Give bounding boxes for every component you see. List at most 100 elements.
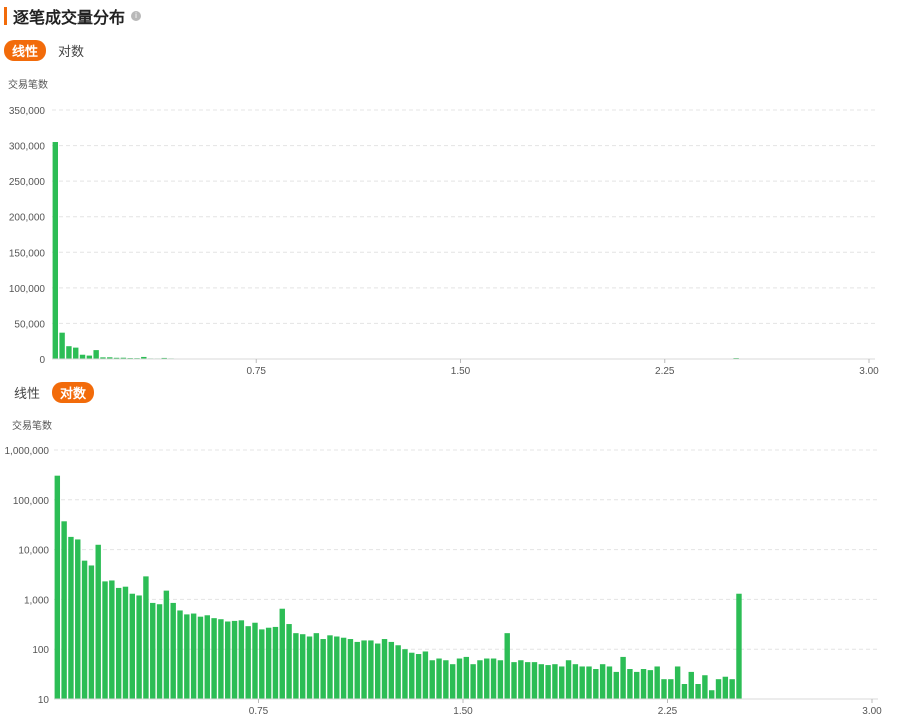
histogram-bar — [259, 629, 265, 699]
section-header: 逐笔成交量分布 i — [4, 5, 142, 27]
histogram-bar — [245, 626, 251, 699]
histogram-bar — [129, 593, 135, 699]
histogram-bar — [497, 660, 504, 699]
histogram-bar — [265, 627, 272, 699]
histogram-bar — [93, 350, 99, 359]
y-tick-label: 100,000 — [9, 284, 46, 295]
x-tick-label: 1.50 — [451, 366, 471, 377]
histogram-bar — [593, 669, 599, 699]
histogram-bar — [695, 684, 701, 699]
histogram-bar — [109, 580, 115, 699]
histogram-bar — [729, 679, 735, 699]
histogram-bar — [484, 658, 490, 699]
histogram-bar — [681, 684, 688, 699]
histogram-bar — [225, 621, 231, 699]
top-scale-toggle: 线性 对数 — [4, 40, 96, 61]
histogram-bar — [231, 620, 238, 699]
histogram-bar — [79, 354, 86, 359]
histogram-bar — [68, 536, 74, 699]
histogram-bar — [613, 671, 619, 699]
y-tick-label: 250,000 — [9, 177, 46, 188]
y-tick-label: 1,000,000 — [5, 446, 50, 457]
histogram-bar — [320, 639, 326, 699]
histogram-bar — [422, 651, 429, 699]
histogram-bar — [470, 664, 476, 699]
histogram-bar — [402, 649, 408, 699]
histogram-bar — [197, 616, 204, 699]
histogram-bar — [61, 521, 67, 699]
histogram-bar — [449, 664, 456, 699]
y-tick-label: 10 — [38, 695, 50, 706]
histogram-bar — [443, 660, 449, 699]
histogram-bar — [354, 641, 360, 699]
top-linear-button[interactable]: 线性 — [4, 40, 47, 61]
bottom-scale-toggle: 线性 对数 — [6, 382, 98, 403]
histogram-bar — [115, 587, 122, 699]
y-tick-label: 50,000 — [14, 319, 45, 330]
histogram-bar — [361, 640, 367, 699]
histogram-bar — [456, 658, 463, 699]
y-tick-label: 100,000 — [13, 496, 50, 507]
histogram-bar — [674, 666, 681, 699]
histogram-bar — [75, 539, 81, 699]
y-tick-label: 300,000 — [9, 142, 46, 153]
info-icon[interactable]: i — [131, 11, 142, 21]
x-tick-label: 3.00 — [859, 366, 879, 377]
histogram-bar — [545, 665, 551, 699]
histogram-bar — [736, 593, 742, 699]
histogram-bar — [504, 633, 510, 699]
histogram-bar — [688, 671, 694, 699]
histogram-bar — [579, 666, 585, 699]
histogram-bar — [52, 142, 59, 359]
histogram-bar — [59, 332, 65, 359]
histogram-bar — [327, 635, 333, 699]
histogram-bar — [204, 615, 210, 699]
histogram-bar — [429, 660, 435, 699]
histogram-bar — [313, 633, 320, 699]
histogram-bar — [150, 602, 156, 699]
y-tick-label: 100 — [32, 645, 49, 656]
histogram-bar — [668, 679, 674, 699]
histogram-bar — [218, 619, 224, 699]
histogram-bar — [634, 671, 640, 699]
histogram-bar — [572, 664, 579, 699]
histogram-bar — [163, 590, 170, 699]
histogram-bar — [565, 660, 572, 699]
histogram-bar — [122, 586, 129, 699]
histogram-bar — [409, 652, 415, 699]
x-tick-label: 2.25 — [655, 366, 675, 377]
histogram-bar — [102, 581, 108, 699]
histogram-bar — [395, 645, 401, 699]
histogram-bar — [238, 620, 245, 699]
bottom-linear-button[interactable]: 线性 — [6, 382, 48, 403]
histogram-bar — [136, 595, 142, 699]
histogram-bar — [347, 639, 354, 699]
histogram-bar — [272, 626, 279, 699]
top-log-button[interactable]: 对数 — [50, 40, 92, 61]
log-histogram-chart: 交易笔数 10 100 1,000 10,000 100,000 1,000,000 0.75… — [5, 419, 883, 717]
y-axis-label: 交易笔数 — [8, 78, 48, 91]
histogram-bar — [334, 636, 340, 699]
y-tick-label: 0 — [39, 355, 45, 366]
histogram-bar — [306, 636, 313, 699]
histogram-bar — [374, 643, 381, 699]
histogram-bar — [252, 622, 258, 699]
histogram-bar — [463, 656, 470, 699]
histogram-bar — [640, 669, 647, 699]
histogram-bar — [531, 662, 538, 699]
histogram-bar — [490, 658, 497, 699]
histogram-bar — [293, 633, 299, 699]
bottom-log-button[interactable]: 对数 — [52, 382, 95, 403]
y-tick-label: 350,000 — [9, 106, 46, 117]
histogram-bar — [190, 613, 197, 699]
histogram-bar — [599, 664, 606, 699]
histogram-bar — [702, 675, 708, 699]
x-tick-label: 2.25 — [658, 706, 678, 717]
histogram-bar — [524, 662, 531, 699]
histogram-bar — [586, 666, 592, 699]
y-tick-label: 200,000 — [9, 213, 46, 224]
histogram-bar — [340, 637, 347, 699]
histogram-bar — [559, 666, 565, 699]
histogram-bar — [184, 614, 190, 699]
histogram-bar — [86, 355, 93, 359]
